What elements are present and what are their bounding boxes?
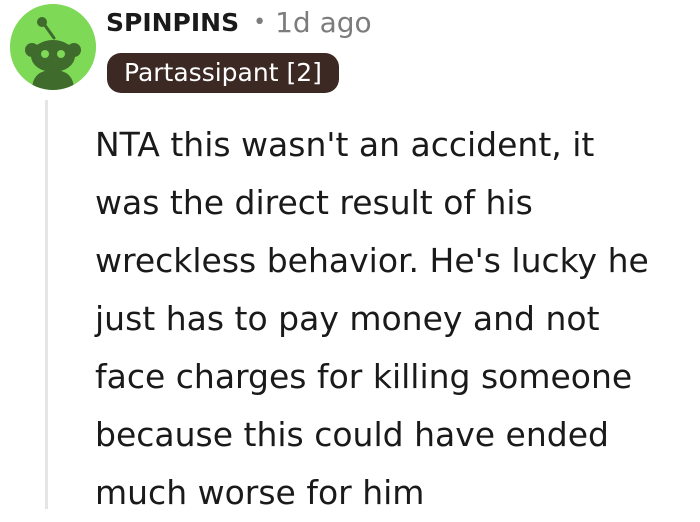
comment-body-line: was the direct result of his — [95, 183, 533, 222]
comment-header: SPINPINS • 1d ago — [106, 2, 372, 42]
separator-dot: • — [253, 9, 267, 35]
comment-body-line: wreckless behavior. He's lucky he — [95, 241, 649, 280]
comment-body-line: much worse for him — [95, 473, 425, 512]
reddit-snoo-avatar-icon — [10, 4, 96, 90]
username-link[interactable]: SPINPINS — [106, 8, 239, 37]
comment-body-line: face charges for killing someone — [95, 357, 633, 396]
comment-body: NTA this wasn't an accident, it was the … — [95, 116, 695, 522]
comment: SPINPINS • 1d ago Partassipant [2] NTA t… — [0, 0, 700, 512]
thread-collapse-line[interactable] — [45, 100, 48, 509]
comment-timestamp[interactable]: 1d ago — [275, 6, 372, 39]
user-flair-badge: Partassipant [2] — [107, 53, 339, 93]
comment-body-line: NTA this wasn't an accident, it — [95, 125, 595, 164]
comment-body-line: just has to pay money and not — [95, 299, 600, 338]
comment-body-line: because this could have ended — [95, 415, 609, 454]
user-avatar-icon[interactable] — [10, 4, 96, 90]
